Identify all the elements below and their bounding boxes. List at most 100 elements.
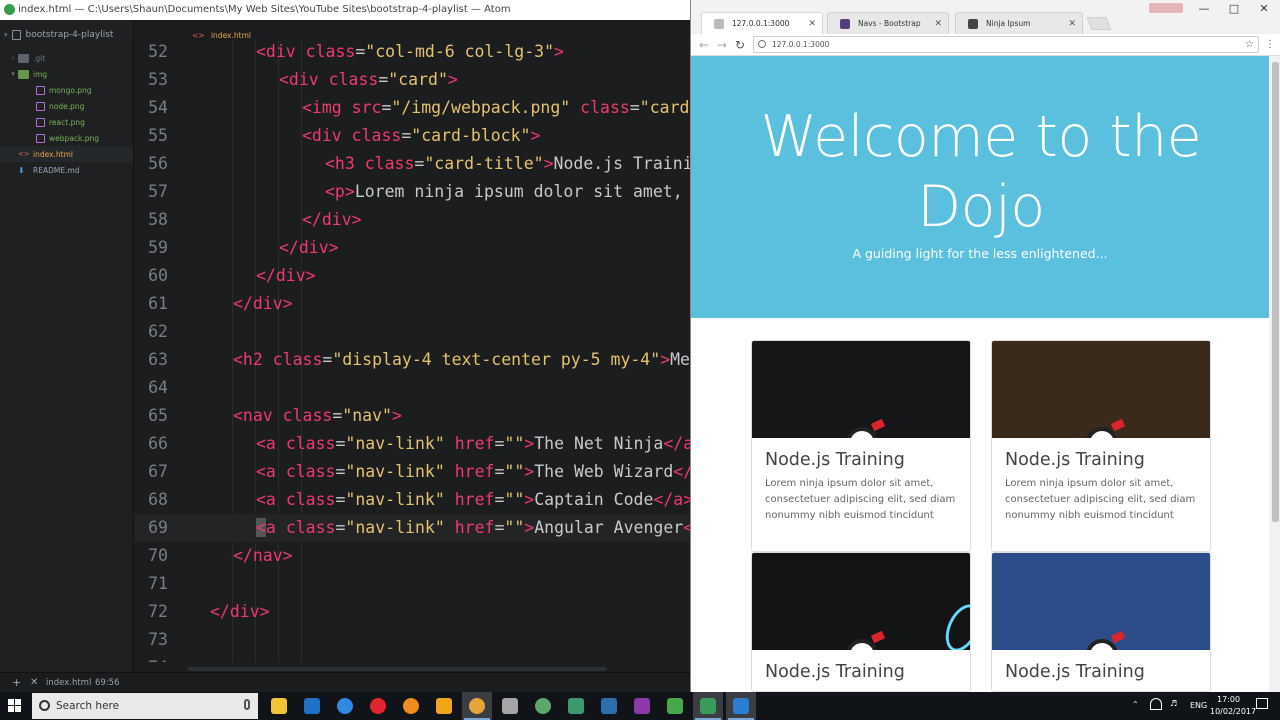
code-line: 65 <nav class="nav">	[134, 402, 690, 430]
tab-close-icon[interactable]: ✕	[934, 13, 942, 35]
code-editor[interactable]: 52 <div class="col-md-6 col-lg-3"> 53 <div …	[134, 40, 690, 662]
tree-item[interactable]: ▾ img	[0, 66, 133, 82]
code-token: Captain Code	[534, 490, 654, 509]
back-icon[interactable]: ←	[695, 36, 713, 54]
vertical-scrollbar[interactable]	[1269, 56, 1280, 692]
clock-date[interactable]: 10/02/2017	[1210, 707, 1256, 716]
code-token: class	[580, 98, 630, 117]
browser-tab[interactable]: Ninja Ipsum ✕	[955, 12, 1083, 34]
browser-tab[interactable]: Navs - Bootstrap ✕	[827, 12, 949, 34]
tree-item[interactable]: ⬇ README.md	[0, 162, 133, 178]
browser-tab[interactable]: 127.0.0.1:3000 ✕	[701, 12, 823, 34]
tree-item[interactable]: <> index.html	[0, 146, 133, 162]
volume-icon[interactable]: ♬	[1170, 699, 1177, 708]
forward-icon[interactable]: →	[713, 36, 731, 54]
scrollbar-thumb[interactable]	[1272, 62, 1279, 522]
code-token: class	[272, 350, 323, 369]
code-token: <a	[256, 490, 286, 509]
status-file-name[interactable]: index.html	[46, 673, 91, 693]
tree-item-label: node.png	[49, 101, 85, 111]
code-token: =	[401, 126, 412, 145]
line-number: 64	[148, 378, 168, 397]
image-file-icon	[36, 85, 45, 95]
code-line: 74	[134, 654, 690, 662]
tree-item[interactable]: node.png	[0, 98, 133, 114]
code-line: 70 </nav>	[134, 542, 690, 570]
address-bar[interactable]: 127.0.0.1:3000 ☆	[753, 36, 1259, 53]
camtasia-icon[interactable]	[568, 698, 584, 714]
code-token: class	[285, 490, 336, 509]
edge-icon[interactable]	[337, 698, 353, 714]
tab-favicon-icon	[840, 19, 850, 29]
dreamweaver-icon[interactable]	[667, 698, 683, 714]
tree-item[interactable]: mongo.png	[0, 82, 133, 98]
code-token: =	[494, 434, 505, 453]
code-token: src	[351, 98, 382, 117]
code-token: <h3	[325, 154, 365, 173]
tree-item[interactable]: › .git	[0, 50, 133, 66]
code-text: <div class="col-md-6 col-lg-3">	[256, 40, 564, 66]
code-line: 62	[134, 318, 690, 346]
code-text: <img src="/img/webpack.png" class="card	[302, 94, 689, 122]
tab-close-icon[interactable]: ✕	[1068, 13, 1076, 35]
add-icon[interactable]: +	[12, 673, 21, 693]
code-token: Lorem ninja ipsum dolor sit amet, co	[354, 182, 690, 201]
line-number: 63	[148, 350, 168, 369]
file-explorer-icon[interactable]	[271, 698, 287, 714]
code-token: href	[454, 490, 495, 509]
code-token: <p>	[325, 182, 355, 201]
project-root[interactable]: ▾ bootstrap-4-playlist	[0, 20, 133, 50]
code-token: The Web Wizard	[534, 462, 674, 481]
image-file-icon	[36, 117, 45, 127]
tree-item[interactable]: webpack.png	[0, 130, 133, 146]
reload-icon[interactable]: ↻	[731, 36, 749, 54]
profile-badge[interactable]	[1149, 3, 1183, 13]
code-line: 64	[134, 374, 690, 402]
bookmark-star-icon[interactable]: ☆	[1245, 37, 1254, 52]
minimize-icon[interactable]: —	[1189, 0, 1219, 20]
ninja-headband	[870, 630, 886, 644]
tree-item-label: mongo.png	[49, 85, 92, 95]
app-icon[interactable]	[502, 698, 518, 714]
tree-item-label: react.png	[49, 117, 85, 127]
clock-time[interactable]: 17:00	[1217, 695, 1240, 704]
cursor-position[interactable]: 69:56	[95, 673, 120, 693]
line-number: 61	[148, 294, 168, 313]
language-indicator[interactable]: ENG	[1190, 701, 1207, 710]
new-tab-button[interactable]	[1086, 17, 1112, 30]
atom-icon[interactable]	[700, 698, 716, 714]
chrome-icon[interactable]	[469, 698, 485, 714]
network-icon[interactable]	[1150, 698, 1162, 710]
photoshop-icon[interactable]	[601, 698, 617, 714]
close-window-icon[interactable]: ✕	[1249, 0, 1279, 20]
tree-item[interactable]: react.png	[0, 114, 133, 130]
code-token: =	[335, 462, 346, 481]
notifications-icon[interactable]	[1256, 698, 1268, 709]
maximize-icon[interactable]: □	[1219, 0, 1249, 20]
code-token: <a	[256, 434, 286, 453]
image-file-icon	[36, 101, 45, 111]
close-icon[interactable]: ✕	[30, 673, 38, 693]
horizontal-scrollbar[interactable]	[188, 667, 606, 671]
node-icon[interactable]	[535, 698, 551, 714]
play-icon[interactable]	[733, 698, 749, 714]
premiere-icon[interactable]	[634, 698, 650, 714]
taskbar-search-box[interactable]: Search here	[32, 693, 258, 719]
tab-close-icon[interactable]: ✕	[808, 13, 816, 35]
code-token: "nav-link"	[345, 518, 445, 537]
chrome-toolbar: ← → ↻ 127.0.0.1:3000 ☆ ⋮	[691, 34, 1280, 56]
code-token: Angular Avenger	[534, 518, 684, 537]
card-title: Node.js Training	[765, 662, 905, 682]
code-token: href	[454, 462, 495, 481]
outlook-icon[interactable]	[304, 698, 320, 714]
info-icon[interactable]	[758, 40, 766, 48]
ninja-headband	[870, 418, 886, 432]
chevron-up-icon[interactable]: ⌃	[1132, 700, 1139, 709]
opera-icon[interactable]	[370, 698, 386, 714]
microphone-icon[interactable]	[244, 699, 250, 710]
windows-start-icon[interactable]	[8, 699, 22, 713]
firefox-icon[interactable]	[403, 698, 419, 714]
filezilla-icon[interactable]	[436, 698, 452, 714]
menu-icon[interactable]: ⋮	[1261, 36, 1279, 54]
code-token: "card-title"	[424, 154, 544, 173]
